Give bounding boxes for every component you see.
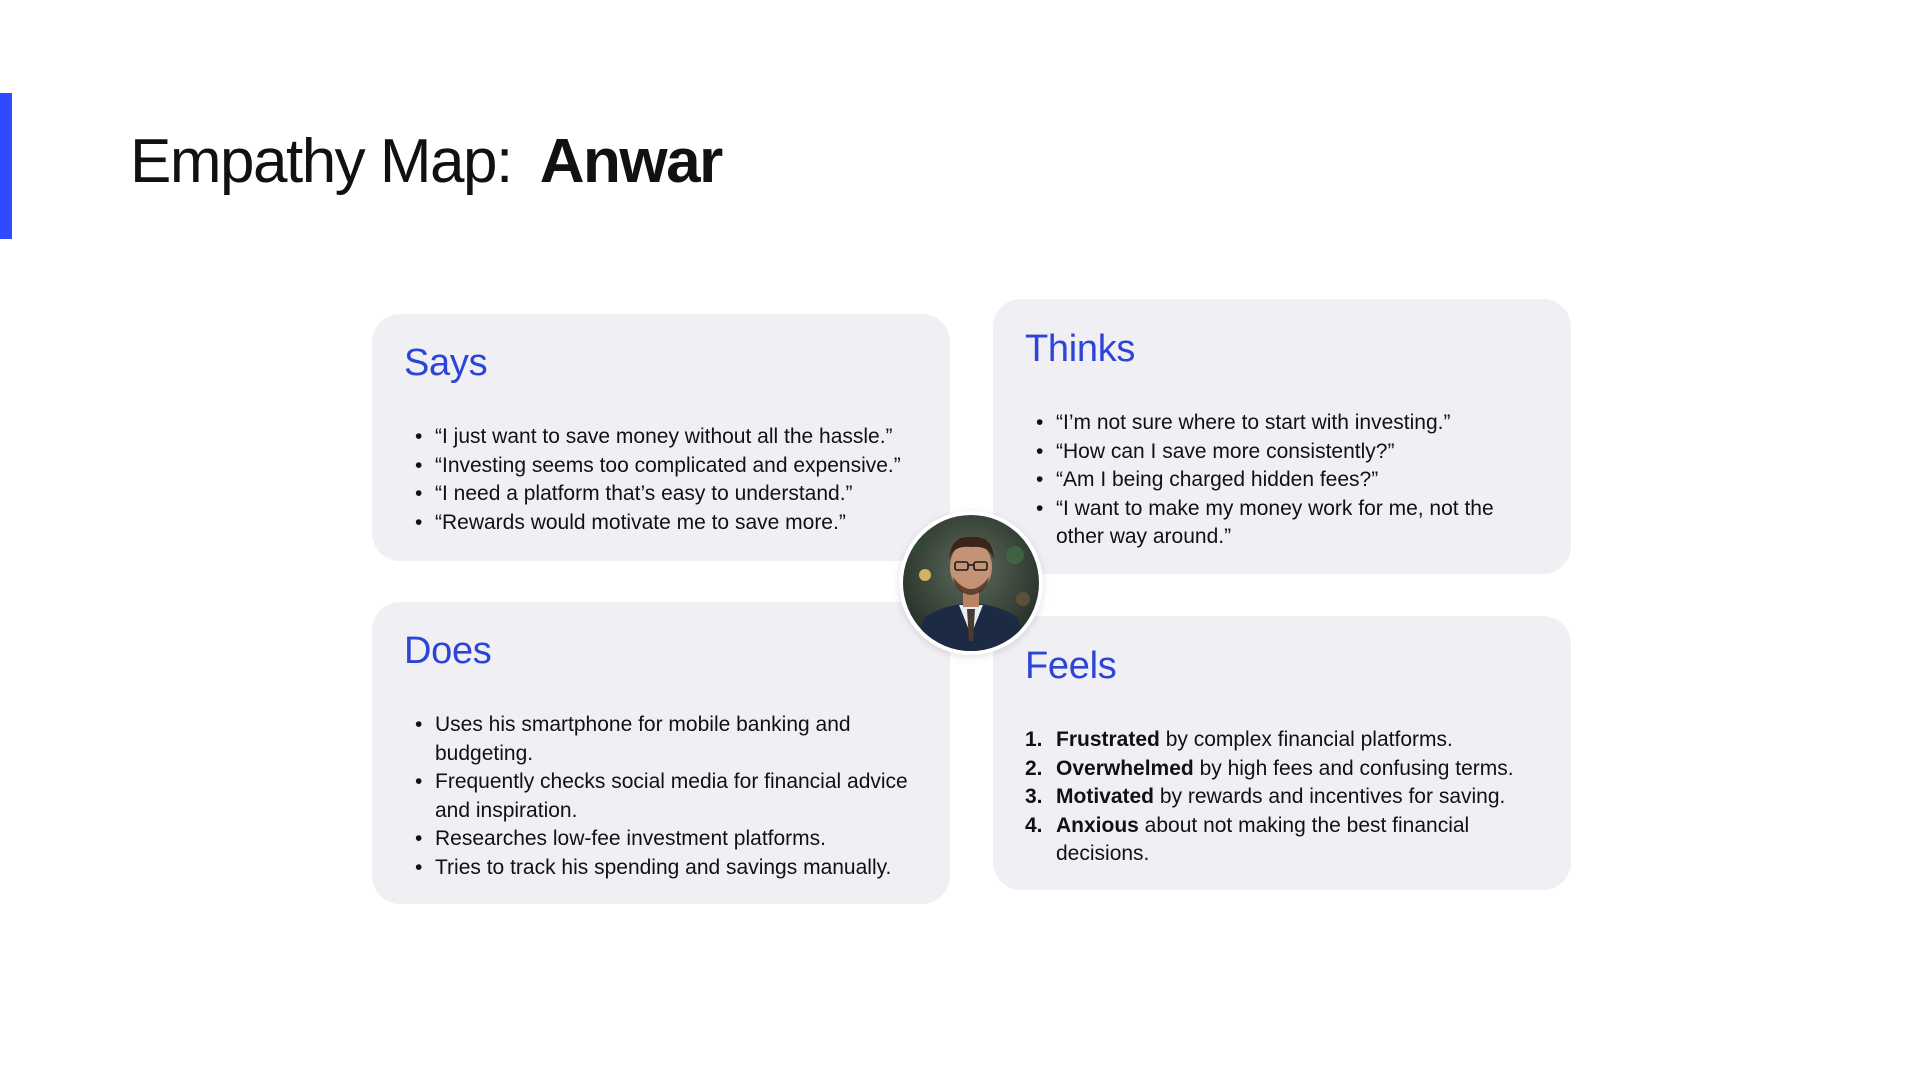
thinks-title: Thinks <box>1025 328 1136 370</box>
list-item: • “Rewards would motivate me to save more… <box>404 509 918 538</box>
list-item-text: “I need a platform that’s easy to unders… <box>435 482 853 505</box>
list-number: 4. <box>1025 813 1043 837</box>
avatar <box>899 511 1043 655</box>
list-item-text: “Am I being charged hidden fees?” <box>1056 468 1379 491</box>
list-item: 2. Overwhelmed by high fees and confusing… <box>1025 755 1539 784</box>
bullet-icon: • <box>415 510 423 534</box>
does-card: Does • Uses his smartphone for mobile ban… <box>372 602 950 904</box>
says-title: Says <box>404 342 488 384</box>
says-card: Says • “I just want to save money without… <box>372 314 950 561</box>
list-item: 4. Anxious about not making the best fina… <box>1025 812 1539 869</box>
does-title: Does <box>404 630 492 672</box>
thinks-list: • “I’m not sure where to start with inves… <box>1025 409 1539 552</box>
list-item: 3. Motivated by rewards and incentives fo… <box>1025 783 1539 812</box>
feeling-keyword: Overwhelmed <box>1056 756 1194 780</box>
accent-bar <box>0 93 12 239</box>
feeling-detail: by rewards and incentives for saving. <box>1154 785 1506 808</box>
title-prefix: Empathy Map: <box>130 127 513 196</box>
list-item-text: “Investing seems too complicated and exp… <box>435 453 901 477</box>
list-item-text: “How can I save more consistently?” <box>1056 439 1395 463</box>
list-item: • Researches low-fee investment platforms… <box>404 825 918 854</box>
list-item-text: Uses his smartphone for mobile banking a… <box>435 713 851 765</box>
person-portrait-icon <box>903 515 1039 651</box>
list-item-text: Tries to track his spending and savings … <box>435 855 892 879</box>
list-number: 2. <box>1025 756 1043 780</box>
feeling-keyword: Frustrated <box>1056 728 1160 751</box>
list-item: • “How can I save more consistently?” <box>1025 438 1539 467</box>
page-title: Empathy Map: Anwar <box>130 127 723 196</box>
persona-name: Anwar <box>539 127 723 196</box>
feeling-detail: by high fees and confusing terms. <box>1193 756 1514 780</box>
feeling-detail: by complex financial platforms. <box>1159 728 1453 751</box>
feeling-keyword: Anxious <box>1056 813 1139 837</box>
bullet-icon: • <box>415 425 423 448</box>
bullet-icon: • <box>415 827 423 850</box>
list-item: • Frequently checks social media for fina… <box>404 768 918 825</box>
feeling-keyword: Motivated <box>1056 785 1155 808</box>
list-item: • “Am I being charged hidden fees?” <box>1025 466 1539 495</box>
bullet-icon: • <box>415 453 423 477</box>
bullet-icon: • <box>415 482 423 505</box>
feels-title: Feels <box>1025 645 1117 687</box>
bullet-icon: • <box>1036 439 1044 463</box>
does-list: • Uses his smartphone for mobile banking … <box>404 711 918 882</box>
list-item: • “I need a platform that’s easy to under… <box>404 480 918 509</box>
list-item: • “I want to make my money work for me, n… <box>1025 495 1539 552</box>
list-item: • Tries to track his spending and savings… <box>404 854 918 883</box>
list-item-text: Researches low-fee investment platforms. <box>435 827 826 850</box>
list-number: 1. <box>1025 728 1043 751</box>
thinks-card: Thinks • “I’m not sure where to start wit… <box>993 299 1571 574</box>
list-item: • “I’m not sure where to start with inves… <box>1025 409 1539 438</box>
list-item: • “Investing seems too complicated and ex… <box>404 452 918 481</box>
bullet-icon: • <box>415 855 423 879</box>
bullet-icon: • <box>1036 411 1044 434</box>
list-item-text: “Rewards would motivate me to save more.… <box>435 510 846 534</box>
list-item: • Uses his smartphone for mobile banking … <box>404 711 918 768</box>
feels-list: 1. Frustrated by complex financial platfo… <box>1025 726 1539 869</box>
list-item-text: Frequently checks social media for finan… <box>435 770 908 822</box>
list-item-text: “I just want to save money without all t… <box>435 425 893 448</box>
bullet-icon: • <box>415 713 423 736</box>
bullet-icon: • <box>415 770 423 793</box>
list-item: • “I just want to save money without all … <box>404 423 918 452</box>
feels-card: Feels 1. Frustrated by complex financial … <box>993 616 1571 890</box>
list-item: 1. Frustrated by complex financial platfo… <box>1025 726 1539 755</box>
says-list: • “I just want to save money without all … <box>404 423 918 537</box>
list-number: 3. <box>1025 785 1043 808</box>
list-item-text: “I want to make my money work for me, no… <box>1056 496 1494 549</box>
list-item-text: “I’m not sure where to start with invest… <box>1056 411 1451 434</box>
bullet-icon: • <box>1036 468 1044 491</box>
